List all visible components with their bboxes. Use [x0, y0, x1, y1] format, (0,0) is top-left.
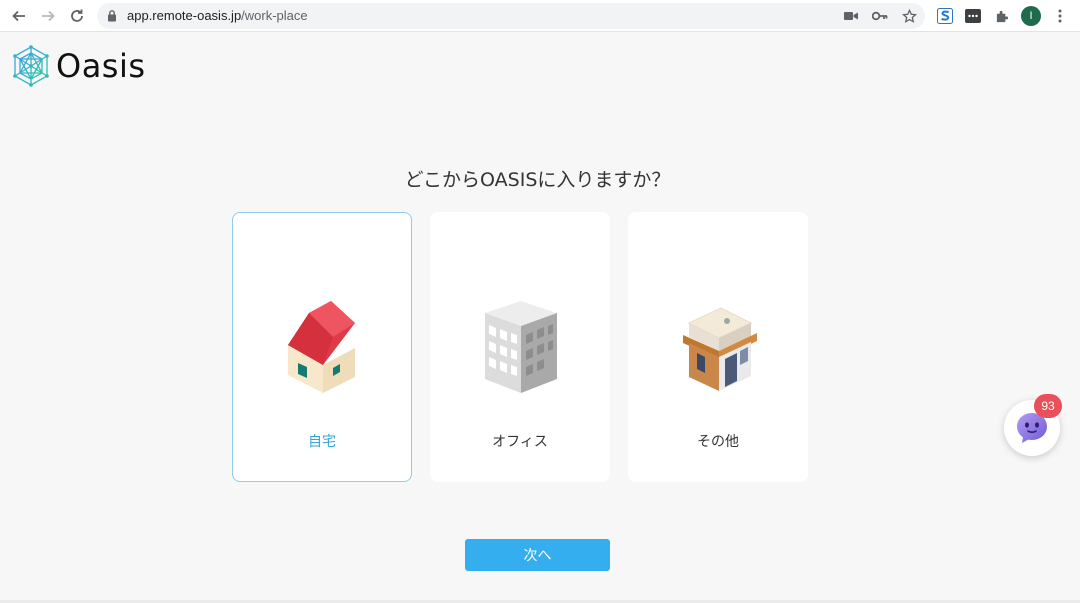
- key-icon: [872, 11, 888, 21]
- extension-s[interactable]: [935, 6, 955, 26]
- oasis-logo-icon: [13, 45, 49, 87]
- puzzle-icon: [996, 10, 1008, 22]
- lock-icon: [108, 10, 116, 22]
- url-path: /work-place: [241, 8, 308, 23]
- option-card-home[interactable]: 自宅: [232, 212, 412, 482]
- office-building-icon: [485, 301, 557, 393]
- vertical-dots-icon: [1058, 9, 1062, 23]
- option-card-office[interactable]: オフィス: [430, 212, 610, 482]
- arrow-right-icon: [42, 10, 55, 22]
- back-button[interactable]: [8, 5, 30, 27]
- next-button[interactable]: 次へ: [465, 539, 610, 571]
- reload-button[interactable]: [66, 5, 88, 27]
- extension-s-icon: [937, 8, 953, 24]
- address-bar[interactable]: app.remote-oasis.jp/work-place: [97, 3, 925, 29]
- option-card-other[interactable]: その他: [628, 212, 808, 482]
- shop-icon: [683, 307, 757, 391]
- profile-avatar[interactable]: I: [1021, 6, 1041, 26]
- chat-unread-badge: 93: [1034, 394, 1062, 418]
- browser-menu-button[interactable]: [1050, 6, 1070, 26]
- reload-icon: [71, 9, 83, 22]
- option-label: その他: [697, 434, 739, 450]
- message-box-icon: [965, 9, 981, 23]
- bookmark-button[interactable]: [901, 8, 917, 24]
- url-host: app.remote-oasis.jp: [127, 8, 242, 23]
- extensions-button[interactable]: [992, 6, 1012, 26]
- option-label: 自宅: [308, 434, 336, 450]
- video-camera-icon: [844, 12, 858, 20]
- camera-indicator[interactable]: [843, 8, 859, 24]
- star-icon: [901, 8, 917, 23]
- app-logo[interactable]: Oasis: [12, 44, 146, 88]
- browser-toolbar: app.remote-oasis.jp/work-place I: [0, 0, 1080, 32]
- option-label: オフィス: [492, 434, 548, 450]
- page-question: どこからOASISに入りますか？: [404, 169, 671, 191]
- url-text: app.remote-oasis.jp/work-place: [127, 8, 308, 23]
- arrow-left-icon: [12, 10, 25, 22]
- forward-button[interactable]: [37, 5, 59, 27]
- extension-chat[interactable]: [963, 6, 983, 26]
- logo-text: Oasis: [56, 47, 146, 85]
- house-icon: [288, 301, 355, 393]
- password-key-button[interactable]: [872, 8, 888, 24]
